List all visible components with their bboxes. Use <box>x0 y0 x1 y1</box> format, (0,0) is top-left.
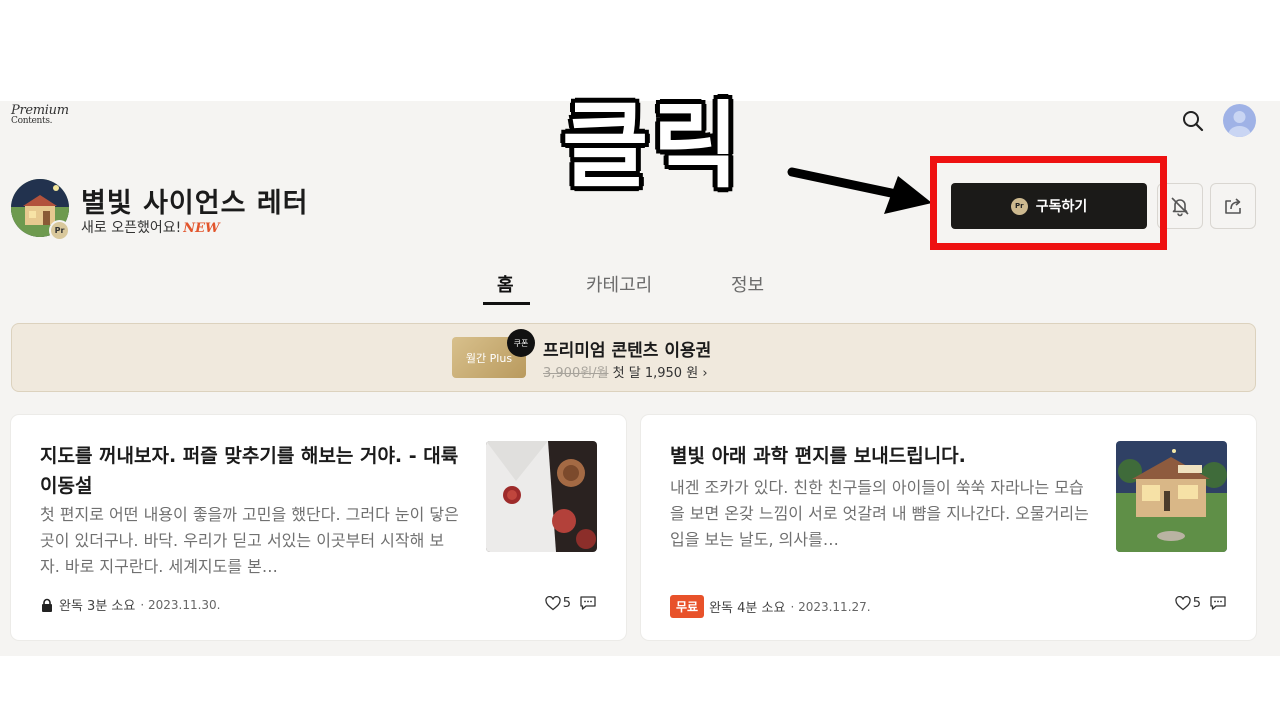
active-tab-indicator <box>483 302 530 305</box>
post-card[interactable]: 별빛 아래 과학 편지를 보내드립니다. 내겐 조카가 있다. 친한 친구들의 … <box>641 415 1256 640</box>
free-badge: 무료 <box>670 595 705 618</box>
highlight-box <box>930 156 1167 250</box>
post-title: 지도를 꺼내보자. 퍼즐 맞추기를 해보는 거야. - 대륙이동설 <box>40 445 459 497</box>
read-status: 완독 4분 소요 <box>709 601 786 616</box>
tab-category[interactable]: 카테고리 <box>586 271 652 297</box>
like-button[interactable]: 5 <box>545 596 571 611</box>
post-excerpt: 첫 편지로 어떤 내용이 좋을까 고민을 했단다. 그러다 눈이 닿은 곳이 있… <box>40 505 459 576</box>
post-thumbnail <box>486 441 597 552</box>
search-icon <box>1183 111 1204 132</box>
like-count: 5 <box>1192 595 1201 611</box>
bell-off-icon <box>1171 197 1189 217</box>
heart-icon <box>1175 595 1191 610</box>
coupon-banner[interactable]: 월간 Plus 쿠폰 프리미엄 콘텐츠 이용권 3,900원/월 첫 달 1,9… <box>11 323 1256 392</box>
coupon-tag: 쿠폰 <box>507 329 535 357</box>
coupon-new-price: 첫 달 1,950 원 <box>612 366 699 381</box>
post-actions: 5 <box>545 595 597 611</box>
premium-contents-logo[interactable]: Premium Contents. <box>11 103 75 137</box>
click-annotation-text: 클릭 <box>562 92 743 201</box>
channel-pr-badge: Pr <box>49 220 70 241</box>
like-button[interactable]: 5 <box>1175 596 1201 611</box>
search-button[interactable] <box>1180 108 1206 134</box>
read-status: 완독 3분 소요 <box>59 599 136 614</box>
post-meta: 완독 3분 소요 · 2023.11.30. <box>40 595 221 614</box>
coupon-old-price: 3,900원/월 <box>543 366 609 381</box>
share-button[interactable] <box>1210 183 1256 229</box>
comment-icon[interactable] <box>579 595 597 611</box>
post-actions: 5 <box>1175 595 1227 611</box>
wax-seal-letter-image <box>486 441 597 552</box>
share-icon <box>1225 198 1241 214</box>
comment-icon[interactable] <box>1209 595 1227 611</box>
channel-subtitle: 새로 오픈했어요! NEW <box>81 217 220 237</box>
storybook-house-illustration <box>1116 441 1227 552</box>
post-thumbnail <box>1116 441 1227 552</box>
tab-info[interactable]: 정보 <box>731 271 764 297</box>
coupon-title: 프리미엄 콘텐츠 이용권 <box>543 341 712 361</box>
new-badge: NEW <box>183 221 220 236</box>
annotation-arrow-icon <box>787 167 932 214</box>
post-card[interactable]: 지도를 꺼내보자. 퍼즐 맞추기를 해보는 거야. - 대륙이동설 첫 편지로 … <box>11 415 626 640</box>
post-excerpt: 내겐 조카가 있다. 친한 친구들의 아이들이 쑥쑥 자라나는 모습을 보면 온… <box>670 478 1089 549</box>
post-date: · 2023.11.30. <box>140 597 221 612</box>
post-title: 별빛 아래 과학 편지를 보내드립니다. <box>670 445 966 467</box>
heart-icon <box>545 595 561 610</box>
chevron-right-icon: › <box>702 366 708 381</box>
post-date: · 2023.11.27. <box>790 599 871 614</box>
user-avatar-button[interactable] <box>1223 104 1256 137</box>
user-avatar-icon <box>1228 111 1251 137</box>
channel-title: 별빛 사이언스 레터 <box>81 188 309 219</box>
post-meta: 무료 완독 4분 소요 · 2023.11.27. <box>670 595 871 618</box>
channel-subtitle-text: 새로 오픈했어요! <box>81 220 182 236</box>
coupon-price: 3,900원/월 첫 달 1,950 원 › <box>543 362 708 381</box>
lock-icon <box>42 598 52 612</box>
tab-home[interactable]: 홈 <box>497 271 514 297</box>
like-count: 5 <box>562 595 571 611</box>
